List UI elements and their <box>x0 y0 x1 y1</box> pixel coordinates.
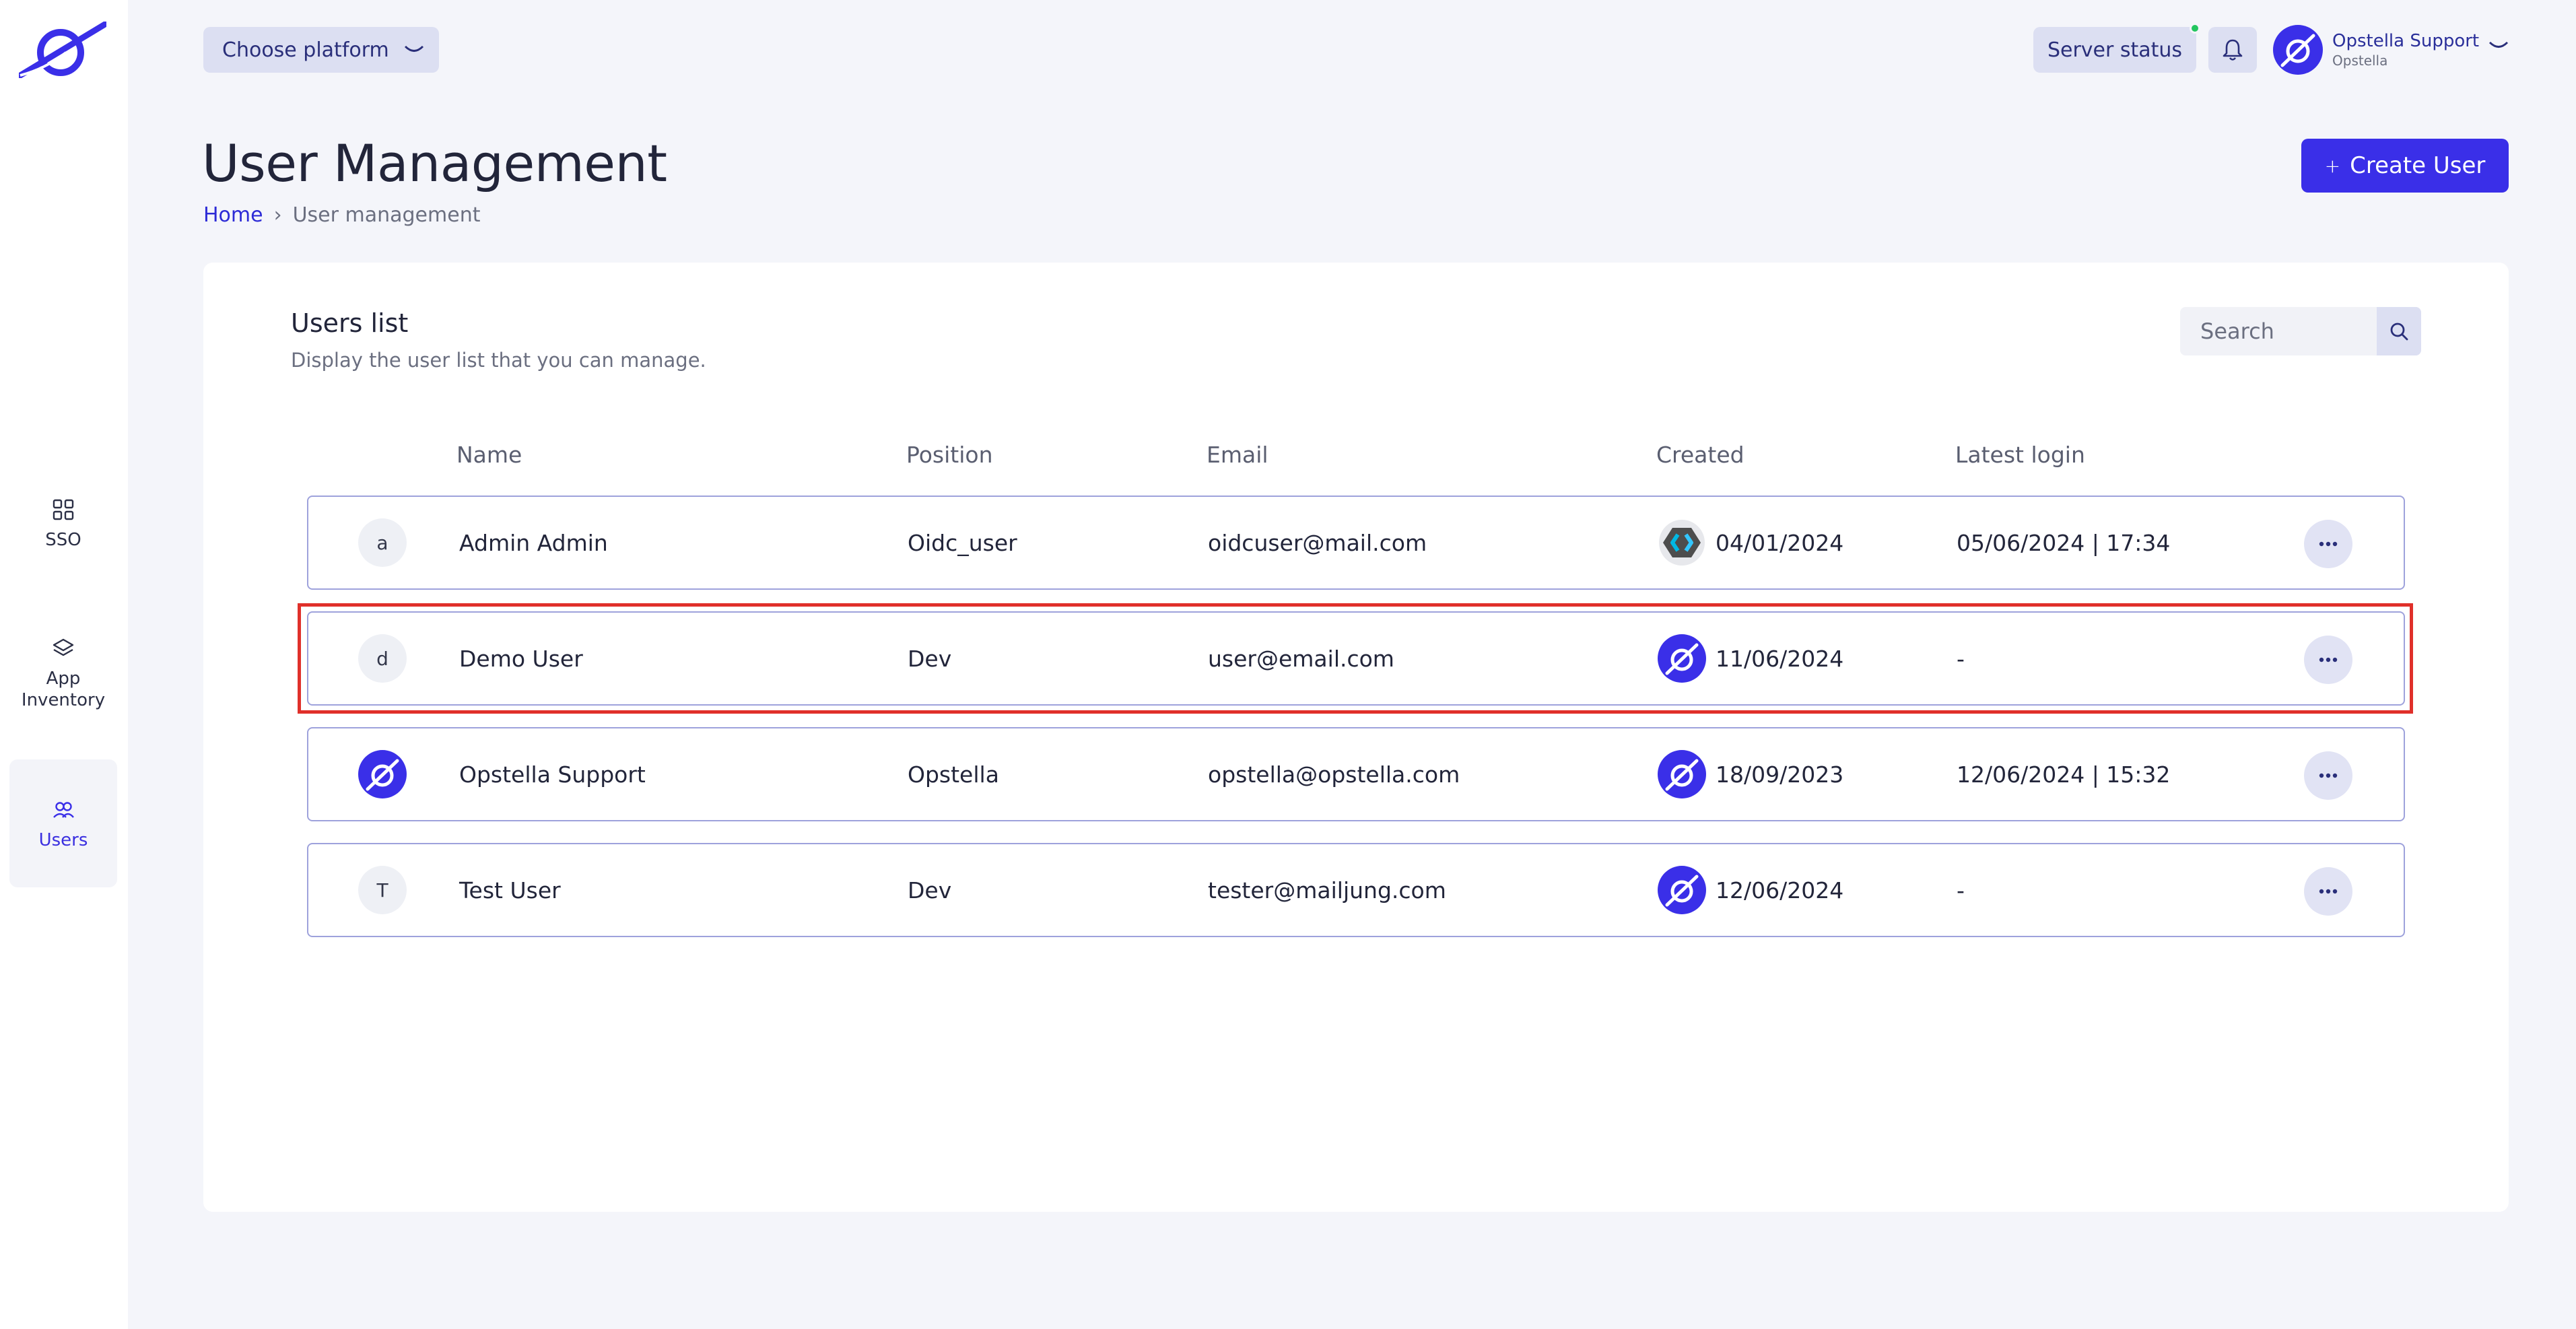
table-row[interactable]: d Demo User Dev user@email.com 11/06/202… <box>307 611 2405 706</box>
user-created-cell: 04/01/2024 <box>1658 497 1843 588</box>
search-input[interactable] <box>2180 307 2375 355</box>
more-horizontal-icon <box>2319 889 2338 894</box>
user-initial-avatar: d <box>358 634 407 683</box>
user-email-cell: tester@mailjung.com <box>1208 877 1446 904</box>
user-name-cell: Test User <box>459 877 561 904</box>
plus-icon: + <box>2324 154 2341 177</box>
more-horizontal-icon <box>2319 773 2338 778</box>
user-latest-login-cell: 05/06/2024 | 17:34 <box>1957 529 2171 556</box>
user-created-cell: 11/06/2024 <box>1658 613 1843 704</box>
opstella-logo-icon <box>358 750 407 798</box>
user-email-cell: oidcuser@mail.com <box>1208 529 1427 556</box>
create-user-label: Create User <box>2350 152 2486 179</box>
row-actions-button[interactable] <box>2304 751 2352 800</box>
choose-platform-label: Choose platform <box>222 38 389 62</box>
created-date: 12/06/2024 <box>1716 877 1844 904</box>
created-date: 04/01/2024 <box>1716 529 1844 556</box>
column-header-latest-login: Latest login <box>1955 442 2085 468</box>
sidebar-item-label: SSO <box>45 530 81 550</box>
user-email-cell: user@email.com <box>1208 645 1394 672</box>
breadcrumb-current: User management <box>292 203 481 227</box>
search-button[interactable] <box>2377 307 2421 355</box>
table-row[interactable]: a Admin Admin Oidc_user oidcuser@mail.co… <box>307 496 2405 590</box>
user-avatar <box>2273 25 2323 75</box>
sidebar-item-users[interactable]: Users <box>9 759 117 887</box>
user-created-cell: 18/09/2023 <box>1658 728 1843 820</box>
created-date: 11/06/2024 <box>1716 645 1844 672</box>
opstella-logo-icon <box>1658 866 1706 914</box>
choose-platform-dropdown[interactable]: Choose platform <box>203 27 439 73</box>
column-header-name: Name <box>456 442 522 468</box>
breadcrumb-separator-icon: › <box>273 203 282 227</box>
page-title: User Management <box>202 133 667 193</box>
more-horizontal-icon <box>2319 657 2338 662</box>
search-box <box>2180 307 2421 355</box>
user-created-cell: 12/06/2024 <box>1658 844 1843 936</box>
sidebar-item-label: Users <box>38 830 88 850</box>
user-name-cell: Admin Admin <box>459 529 608 556</box>
user-initial-avatar: T <box>358 866 407 914</box>
notifications-button[interactable] <box>2208 27 2257 73</box>
user-email-cell: opstella@opstella.com <box>1208 761 1460 788</box>
row-actions-button[interactable] <box>2304 520 2352 568</box>
table-row[interactable]: T Test User Dev tester@mailjung.com 12/0… <box>307 843 2405 937</box>
created-date: 18/09/2023 <box>1716 761 1844 788</box>
user-position-cell: Dev <box>908 645 952 672</box>
search-icon <box>2390 322 2408 341</box>
sidebar-item-label: App <box>46 669 81 689</box>
user-latest-login-cell: - <box>1957 645 1965 672</box>
user-name-cell: Demo User <box>459 645 583 672</box>
opstella-logo-icon <box>1658 750 1706 798</box>
sidebar-item-label: Inventory <box>21 690 106 710</box>
server-status-button[interactable]: Server status <box>2033 27 2196 73</box>
layers-icon <box>53 638 74 656</box>
column-header-email: Email <box>1207 442 1268 468</box>
breadcrumb-home-link[interactable]: Home <box>203 203 263 227</box>
grid-icon <box>53 499 74 520</box>
user-position-cell: Opstella <box>908 761 999 788</box>
chevron-down-icon <box>404 45 423 52</box>
more-horizontal-icon <box>2319 541 2338 547</box>
user-initial-avatar: a <box>358 518 407 567</box>
user-org: Opstella <box>2332 53 2388 69</box>
users-list-card: Users list Display the user list that yo… <box>203 263 2509 1212</box>
card-subtitle: Display the user list that you can manag… <box>291 349 706 372</box>
server-online-indicator <box>2190 23 2200 34</box>
column-header-position: Position <box>906 442 993 468</box>
sidebar: SSO App Inventory Users <box>0 0 128 1329</box>
user-name: Opstella Support <box>2332 31 2480 51</box>
breadcrumb: Home › User management <box>203 203 480 227</box>
user-latest-login-cell: 12/06/2024 | 15:32 <box>1957 761 2171 788</box>
row-actions-button[interactable] <box>2304 636 2352 684</box>
chevron-down-icon[interactable] <box>2488 40 2509 51</box>
create-user-button[interactable]: + Create User <box>2301 139 2509 193</box>
column-header-created: Created <box>1656 442 1744 468</box>
server-status-label: Server status <box>2047 38 2183 62</box>
opstella-logo-icon <box>1658 634 1706 683</box>
bell-icon <box>2223 39 2243 61</box>
user-latest-login-cell: - <box>1957 877 1965 904</box>
opstella-logo-icon[interactable] <box>19 22 106 78</box>
card-title: Users list <box>291 308 409 338</box>
user-position-cell: Dev <box>908 877 952 904</box>
users-icon <box>53 802 74 818</box>
user-name-cell: Opstella Support <box>459 761 646 788</box>
table-row[interactable]: Opstella Support Opstella opstella@opste… <box>307 727 2405 821</box>
user-menu[interactable]: Opstella Support Opstella <box>2273 24 2479 75</box>
keycloak-icon <box>1659 520 1705 566</box>
user-position-cell: Oidc_user <box>908 529 1017 556</box>
sidebar-item-sso[interactable]: SSO <box>9 498 117 552</box>
sidebar-item-app-inventory[interactable]: App Inventory <box>9 637 117 718</box>
row-actions-button[interactable] <box>2304 867 2352 916</box>
